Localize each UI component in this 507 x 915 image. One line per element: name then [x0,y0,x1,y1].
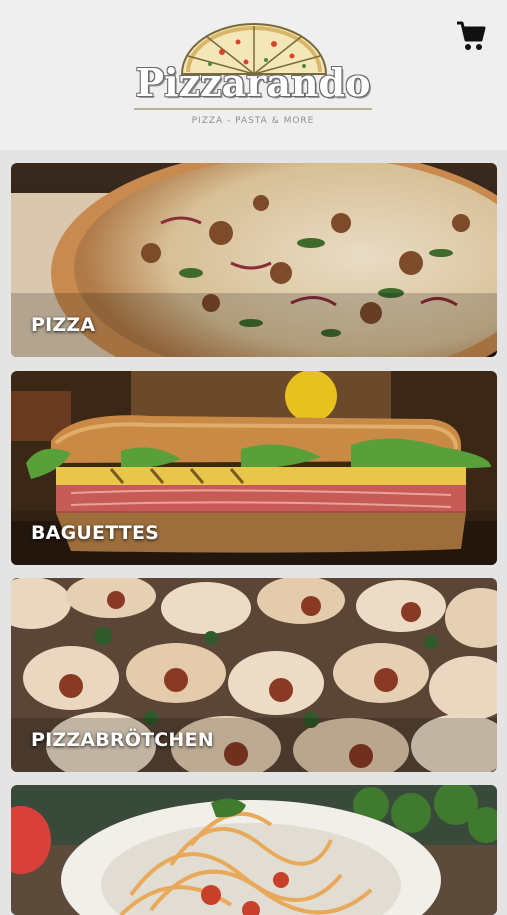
shopping-cart-icon [457,21,486,50]
category-tile-pasta[interactable] [11,785,497,915]
category-tile-baguettes[interactable]: BAGUETTES [11,371,497,565]
logo-divider [134,108,372,110]
category-label: BAGUETTES [31,522,160,544]
cart-button[interactable] [456,20,486,52]
spaghetti-photo [11,785,497,915]
pizzarando-logo: Pizzarando PIZZA - PASTA & MORE [126,22,380,134]
category-tile-pizza[interactable]: PIZZA [11,163,497,357]
logo-title: Pizzarando [135,60,371,105]
logo-subtitle: PIZZA - PASTA & MORE [191,116,315,126]
app-header: Pizzarando PIZZA - PASTA & MORE [0,0,507,150]
category-label: PIZZABRÖTCHEN [31,729,214,751]
category-tile-pizzabroetchen[interactable]: PIZZABRÖTCHEN [11,578,497,772]
category-label: PIZZA [31,314,96,336]
